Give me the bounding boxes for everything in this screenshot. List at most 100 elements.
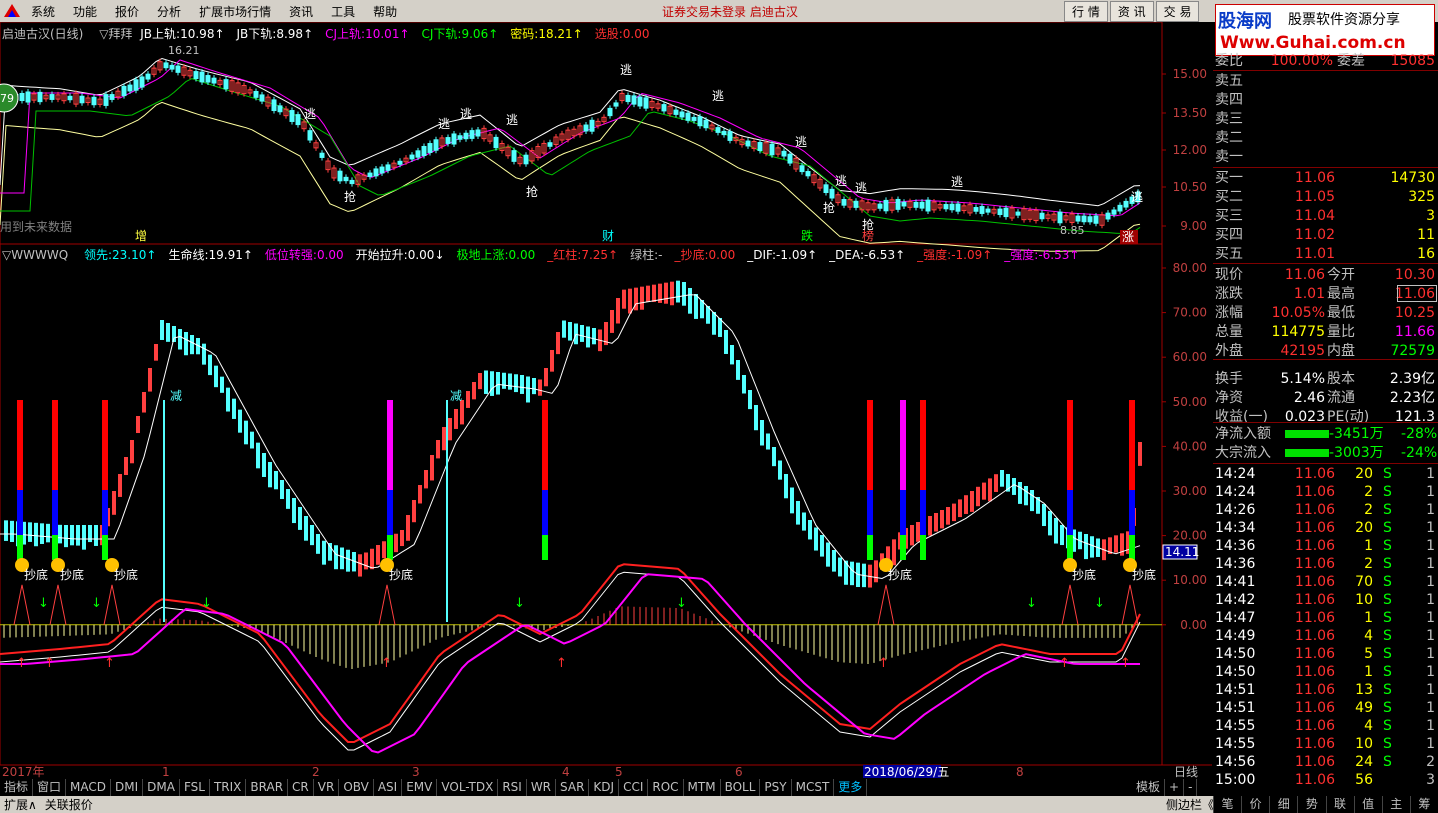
sub-legend-value: -6.53↑ [1038, 248, 1080, 262]
signal-increase: 增 [135, 229, 147, 243]
right-tab-7[interactable]: 筹 [1409, 796, 1438, 813]
sub-bar [322, 540, 326, 565]
candle-body [613, 102, 619, 107]
weibi-value: 100.00% [1270, 53, 1333, 69]
menu-item-4[interactable]: 扩展市场行情 [190, 5, 280, 19]
menu-item-5[interactable]: 资讯 [280, 5, 322, 19]
sub-bar [232, 398, 236, 419]
candle-body [685, 112, 691, 121]
indicator-tab-4[interactable]: DMA [143, 779, 180, 796]
quote-value: 11.66 [1394, 324, 1435, 340]
right-tabs: 笔价细势联值主筹 [1213, 796, 1438, 813]
indicator-tab-21[interactable]: BOLL [721, 779, 761, 796]
top-right-button-1[interactable]: 资 讯 [1109, 1, 1154, 22]
indicator-tab-0[interactable]: 指标 [0, 779, 34, 796]
tick-row: 14:24 11.06 20 S 1 [1213, 465, 1438, 483]
indicator-tab-6[interactable]: TRIX [210, 779, 247, 796]
candle-body [397, 160, 403, 165]
template-control-2[interactable]: - [1184, 779, 1198, 796]
expand-button[interactable]: 扩展∧ [0, 796, 41, 813]
sub-bar [838, 557, 842, 577]
indicator-tab-24[interactable]: 更多 [834, 779, 868, 796]
indicator-tab-7[interactable]: BRAR [246, 779, 289, 796]
indicator-tab-20[interactable]: MTM [684, 779, 721, 796]
buy-label: 买二 [1215, 189, 1243, 205]
indicator-tab-19[interactable]: ROC [648, 779, 684, 796]
menu-item-7[interactable]: 帮助 [364, 5, 406, 19]
candle-body [631, 95, 637, 105]
candle-body [547, 142, 553, 147]
signal-escape: 逃 [506, 113, 518, 127]
candle-body [25, 91, 31, 103]
linked-quote-button[interactable]: 关联报价 [41, 796, 97, 813]
high-price-label: 16.21 [168, 44, 200, 57]
cursor-value-box: 14.11 [1162, 544, 1199, 560]
indicator-tab-12[interactable]: EMV [402, 779, 438, 796]
kline-chart[interactable]: 15.0013.5012.0010.509.0080.0070.0060.005… [0, 21, 1212, 790]
indicator-tab-2[interactable]: MACD [66, 779, 112, 796]
sell-label: 卖五 [1215, 73, 1243, 89]
tick-side: S [1383, 538, 1392, 554]
candle-body [643, 97, 649, 109]
menu-item-1[interactable]: 功能 [64, 5, 106, 19]
template-control-1[interactable]: + [1165, 779, 1185, 796]
right-tab-1[interactable]: 价 [1241, 796, 1269, 813]
sub-legend-label: _抄底: [674, 248, 709, 262]
right-tab-5[interactable]: 值 [1353, 796, 1382, 813]
indicator-tab-14[interactable]: RSI [498, 779, 527, 796]
bottom-signal-peak [378, 584, 396, 625]
indicator-tab-18[interactable]: CCI [619, 779, 649, 796]
indicator-tab-15[interactable]: WR [527, 779, 557, 796]
indicator-tab-22[interactable]: PSY [760, 779, 792, 796]
indicator-name[interactable]: ▽拜拜 [99, 27, 132, 41]
quote-label: 流通 [1327, 390, 1355, 406]
sub-bar [1090, 536, 1094, 558]
candle-body [103, 94, 109, 106]
sub-bar [40, 523, 44, 544]
buy-row: 买二 11.05 325 [1213, 188, 1438, 206]
sub-bar [520, 375, 524, 394]
right-tab-3[interactable]: 势 [1297, 796, 1325, 813]
menu-item-3[interactable]: 分析 [148, 5, 190, 19]
tick-volume: 10 [1355, 736, 1373, 752]
indicator-tab-3[interactable]: DMI [111, 779, 144, 796]
indicator-tab-5[interactable]: FSL [180, 779, 210, 796]
sub-bar [664, 282, 668, 304]
menu-item-0[interactable]: 系统 [22, 5, 64, 19]
indicator-tab-9[interactable]: VR [314, 779, 340, 796]
indicator-tab-8[interactable]: CR [288, 779, 314, 796]
tick-count: 1 [1426, 700, 1435, 716]
sub-indicator-name[interactable]: ▽WWWWQ [2, 248, 68, 262]
sub-bar [154, 344, 158, 361]
sub-bar [766, 433, 770, 450]
right-tab-2[interactable]: 细 [1269, 796, 1297, 813]
indicator-tab-1[interactable]: 窗口 [33, 779, 67, 796]
high-price-box [1397, 285, 1437, 302]
quote-value: 10.30 [1394, 267, 1435, 283]
indicator-tab-17[interactable]: KDJ [589, 779, 620, 796]
indicator-tab-13[interactable]: VOL-TDX [437, 779, 499, 796]
indicator-tab-11[interactable]: ASI [374, 779, 403, 796]
x-axis-label: 2 [312, 765, 320, 779]
sub-bar [448, 418, 452, 441]
chart-area[interactable]: 15.00 13.50 12.00 10.50 9.00 80.00 70.00 60.00 5… [0, 21, 1212, 790]
top-right-button-0[interactable]: 行 情 [1064, 1, 1108, 22]
sidebar-toggle[interactable]: 侧边栏《 [1162, 796, 1218, 813]
template-control-0[interactable]: 模板 [1132, 779, 1166, 796]
main-legend-value: 0.00 [622, 27, 650, 41]
indicator-tab-10[interactable]: OBV [339, 779, 374, 796]
menu-item-6[interactable]: 工具 [322, 5, 364, 19]
right-tab-0[interactable]: 笔 [1213, 796, 1241, 813]
menu-item-2[interactable]: 报价 [106, 5, 148, 19]
candle-body [877, 203, 883, 209]
indicator-tab-16[interactable]: SAR [556, 779, 590, 796]
indicator-tab-23[interactable]: MCST [792, 779, 835, 796]
right-tab-4[interactable]: 联 [1325, 796, 1354, 813]
tick-time: 14:56 [1215, 754, 1256, 770]
bottom-signal: 抄底 [877, 558, 912, 625]
signal-column-top [1067, 400, 1073, 490]
bottom-signal: 抄底 [378, 558, 413, 625]
x-axis-tick: 2018/06/29/五 [863, 765, 949, 779]
right-tab-6[interactable]: 主 [1381, 796, 1410, 813]
top-right-button-2[interactable]: 交 易 [1155, 1, 1200, 22]
